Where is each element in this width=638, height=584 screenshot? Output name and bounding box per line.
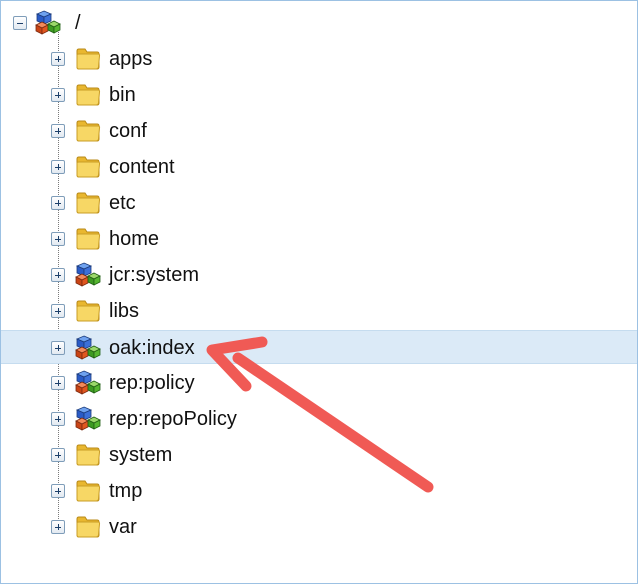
expand-toggle[interactable] <box>51 52 65 66</box>
tree-node-label[interactable]: / <box>75 11 81 35</box>
tree-node-label[interactable]: home <box>109 227 159 251</box>
tree-node-label[interactable]: content <box>109 155 175 179</box>
folder-icon <box>75 45 101 71</box>
folder-icon <box>75 117 101 143</box>
tree-node-label[interactable]: rep:repoPolicy <box>109 407 237 431</box>
tree-node-system[interactable]: system <box>1 438 637 472</box>
expand-toggle[interactable] <box>51 412 65 426</box>
tree-node-label[interactable]: libs <box>109 299 139 323</box>
tree-node-var[interactable]: var <box>1 510 637 544</box>
tree-node-oak-index[interactable]: oak:index <box>1 330 637 364</box>
expand-toggle[interactable] <box>51 484 65 498</box>
tree-node-etc[interactable]: etc <box>1 186 637 220</box>
expand-toggle[interactable] <box>51 448 65 462</box>
expand-toggle[interactable] <box>51 304 65 318</box>
folder-icon <box>75 477 101 503</box>
tree-node-label[interactable]: system <box>109 443 172 467</box>
expand-toggle[interactable] <box>51 124 65 138</box>
tree-node-tmp[interactable]: tmp <box>1 474 637 508</box>
folder-icon <box>75 441 101 467</box>
expand-toggle[interactable] <box>51 160 65 174</box>
expand-toggle[interactable] <box>51 520 65 534</box>
expand-toggle[interactable] <box>51 341 65 355</box>
expand-toggle[interactable] <box>51 196 65 210</box>
tree-node-conf[interactable]: conf <box>1 114 637 148</box>
tree-node-libs[interactable]: libs <box>1 294 637 328</box>
tree-node-label[interactable]: var <box>109 515 137 539</box>
expand-toggle[interactable] <box>51 268 65 282</box>
tree-node-label[interactable]: oak:index <box>109 336 195 360</box>
tree-node-content[interactable]: content <box>1 150 637 184</box>
tree-node-label[interactable]: bin <box>109 83 136 107</box>
tree-node-label[interactable]: tmp <box>109 479 142 503</box>
tree-node-bin[interactable]: bin <box>1 78 637 112</box>
expand-toggle[interactable] <box>51 376 65 390</box>
folder-icon <box>75 297 101 323</box>
folder-icon <box>75 153 101 179</box>
node-cubes-icon <box>75 405 101 431</box>
node-cubes-icon <box>75 334 101 360</box>
node-cubes-icon <box>75 261 101 287</box>
expand-toggle[interactable] <box>51 232 65 246</box>
tree-node-label[interactable]: apps <box>109 47 152 71</box>
repository-tree-panel: / apps bin conf content etc home jcr:system libs… <box>0 0 638 584</box>
tree-node-label[interactable]: etc <box>109 191 136 215</box>
folder-icon <box>75 513 101 539</box>
folder-icon <box>75 81 101 107</box>
tree-node-apps[interactable]: apps <box>1 42 637 76</box>
collapse-toggle[interactable] <box>13 16 27 30</box>
expand-toggle[interactable] <box>51 88 65 102</box>
tree-node-jcr-system[interactable]: jcr:system <box>1 258 637 292</box>
tree-node-label[interactable]: conf <box>109 119 147 143</box>
folder-icon <box>75 225 101 251</box>
tree-node-rep-policy[interactable]: rep:policy <box>1 366 637 400</box>
node-cubes-icon <box>75 369 101 395</box>
tree-node-rep-repopolicy[interactable]: rep:repoPolicy <box>1 402 637 436</box>
folder-icon <box>75 189 101 215</box>
tree-node-label[interactable]: jcr:system <box>109 263 199 287</box>
tree-node-label[interactable]: rep:policy <box>109 371 195 395</box>
tree-node-home[interactable]: home <box>1 222 637 256</box>
tree-root-node[interactable]: / <box>1 6 637 40</box>
